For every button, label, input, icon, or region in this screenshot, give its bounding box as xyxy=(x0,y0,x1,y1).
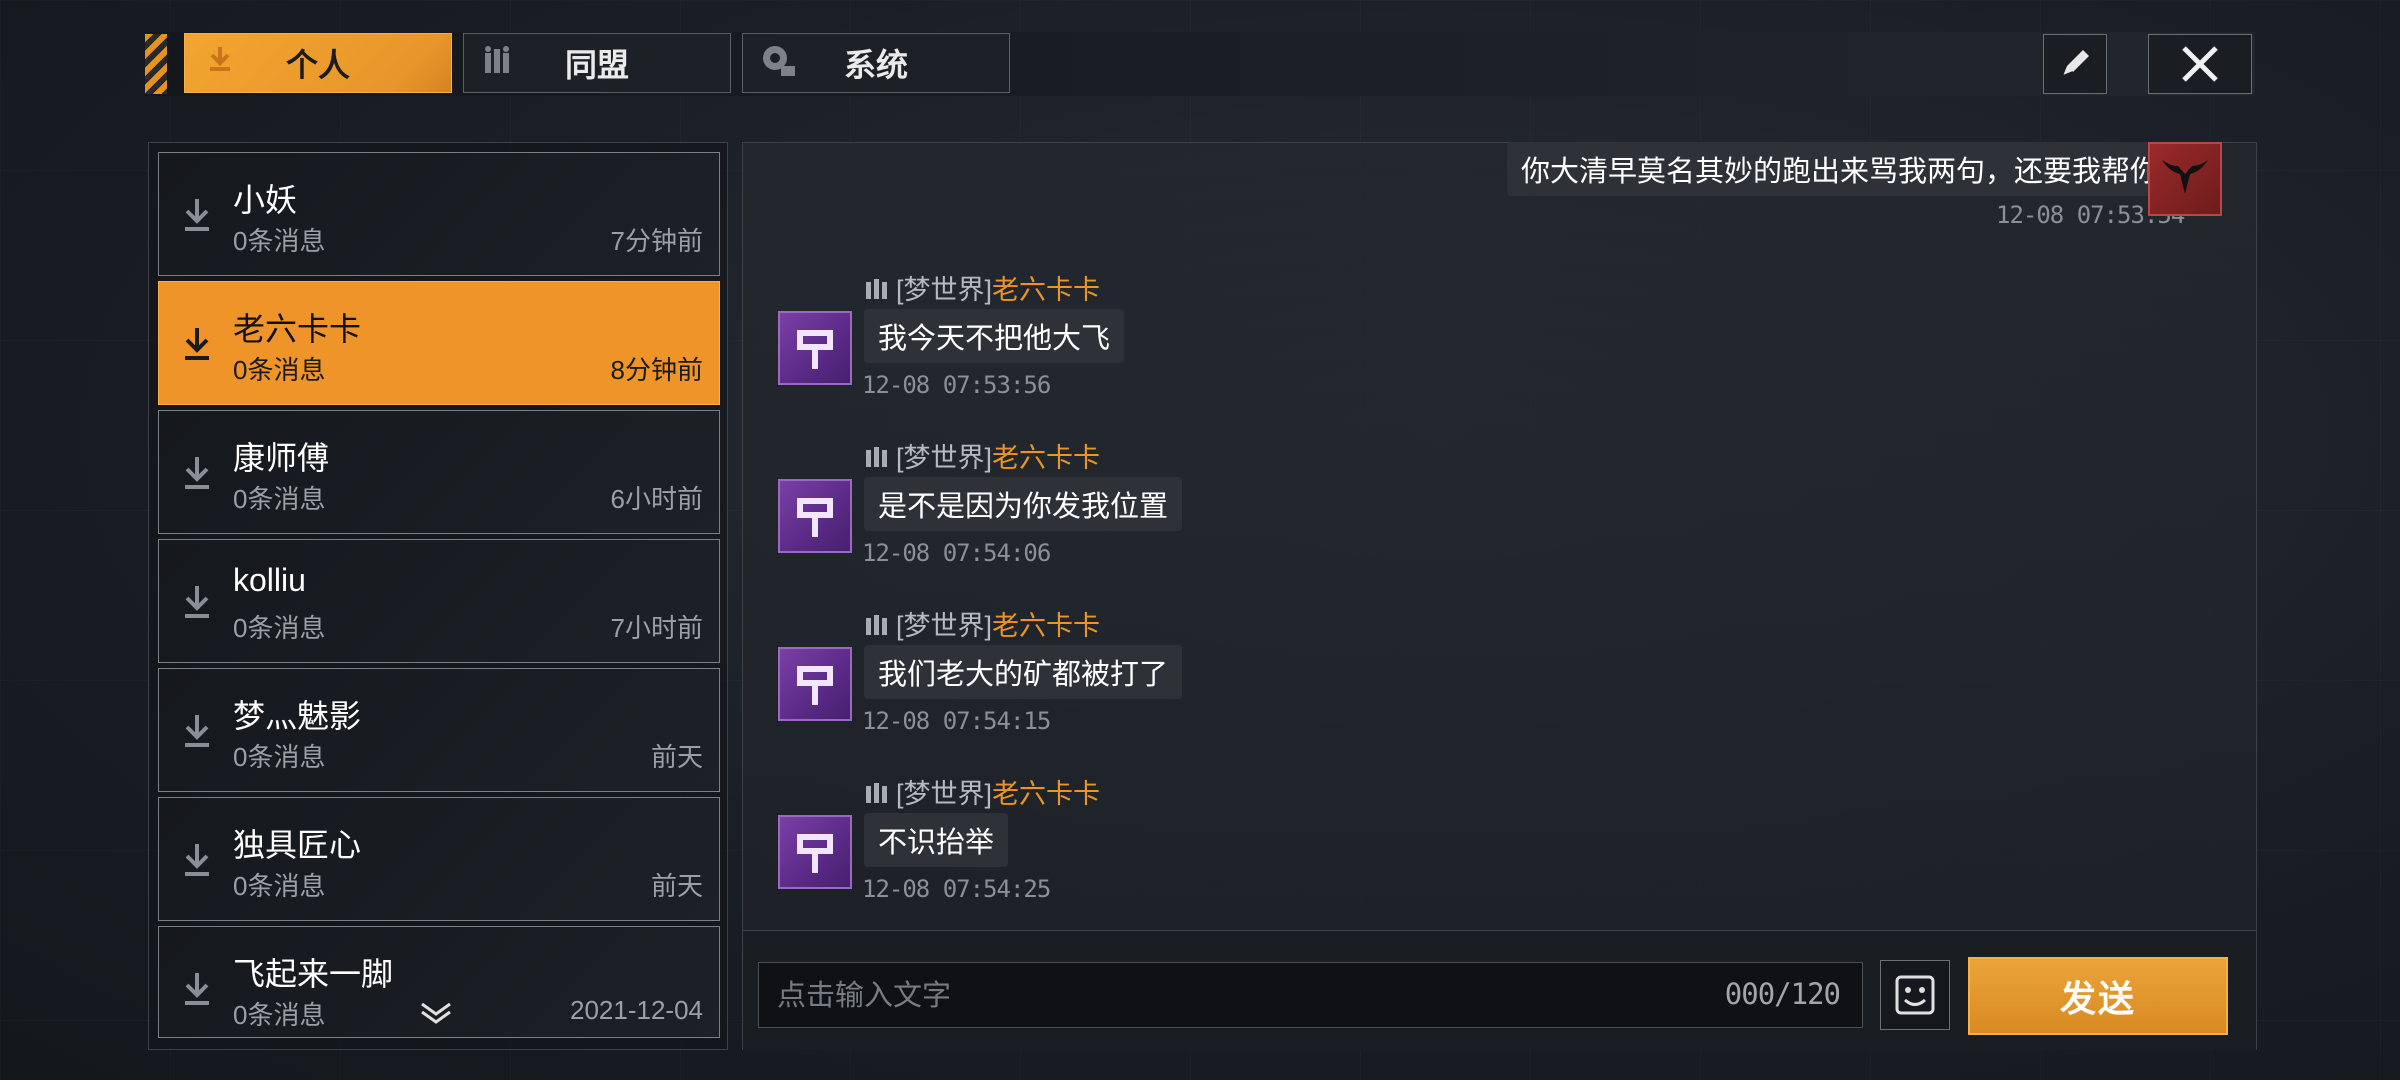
contact-time: 2021-12-04 xyxy=(570,995,703,1025)
person-icon xyxy=(201,42,239,80)
pencil-icon xyxy=(2062,50,2089,77)
contact-time: 7分钟前 xyxy=(610,226,703,256)
contact-name: 飞起来一脚 xyxy=(233,956,394,992)
close-icon xyxy=(2182,46,2218,82)
server-tag: [梦世界] xyxy=(896,779,993,809)
message-count: 0条消息 xyxy=(233,355,326,385)
download-arrow-icon xyxy=(185,844,209,876)
message-count: 0条消息 xyxy=(233,742,326,772)
sender-nick[interactable]: 老六卡卡 xyxy=(992,772,1100,811)
close-button[interactable] xyxy=(2148,34,2252,94)
sender-nick[interactable]: 老六卡卡 xyxy=(992,604,1100,643)
message-count: 0条消息 xyxy=(233,613,326,643)
message-bubble: 是不是因为你发我位置 xyxy=(864,477,1183,531)
server-tag: [梦世界] xyxy=(896,275,993,305)
tab-alliance[interactable]: 同盟 xyxy=(463,33,731,93)
emblem-icon xyxy=(797,330,833,369)
message-count: 0条消息 xyxy=(233,484,326,514)
contact-item[interactable]: kolliu 0条消息 7小时前 xyxy=(158,539,720,663)
contact-time: 前天 xyxy=(650,871,703,901)
contact-name: 小妖 xyxy=(233,182,298,218)
sender-line: [梦世界] 老六卡卡 xyxy=(864,604,1100,643)
tab-personal[interactable]: 个人 xyxy=(184,33,452,93)
contact-item[interactable]: 小妖 0条消息 7分钟前 xyxy=(158,152,720,276)
contact-name: 康师傅 xyxy=(233,440,330,476)
horned-skull-icon xyxy=(2162,160,2208,194)
sender-nick[interactable]: 老六卡卡 xyxy=(992,268,1100,307)
emoji-icon xyxy=(1895,975,1935,1015)
alliance-icon xyxy=(866,278,887,299)
contact-name: 梦灬魅影 xyxy=(233,698,362,734)
message-timestamp: 12-08 07:54:06 xyxy=(862,539,1051,567)
sender-avatar[interactable] xyxy=(778,479,852,553)
hazard-stripe xyxy=(145,34,167,94)
download-arrow-icon xyxy=(185,328,209,360)
alliance-icon xyxy=(480,42,518,80)
message-count: 0条消息 xyxy=(233,871,326,901)
alliance-icon xyxy=(866,614,887,635)
contact-time: 前天 xyxy=(650,742,703,772)
own-avatar[interactable] xyxy=(2148,142,2222,216)
message-count: 0条消息 xyxy=(233,1000,326,1030)
sender-line: [梦世界] 老六卡卡 xyxy=(864,436,1100,475)
alliance-icon xyxy=(866,446,887,467)
message-count: 0条消息 xyxy=(233,226,326,256)
contact-item-selected[interactable]: 老六卡卡 0条消息 8分钟前 xyxy=(158,281,720,405)
emblem-icon xyxy=(797,498,833,537)
tab-label: 系统 xyxy=(843,47,908,83)
own-message-bubble: 你大清早莫名其妙的跑出来骂我两句，还要我帮你? xyxy=(1507,142,2190,196)
contact-item[interactable]: 独具匠心 0条消息 前天 xyxy=(158,797,720,921)
gear-icon xyxy=(759,42,797,80)
message-timestamp: 12-08 07:54:25 xyxy=(862,875,1051,903)
contact-time: 8分钟前 xyxy=(610,355,703,385)
tab-label: 个人 xyxy=(285,47,350,83)
contact-name: kolliu xyxy=(233,562,306,598)
contact-time: 6小时前 xyxy=(610,484,703,514)
top-bar xyxy=(145,32,2255,96)
alliance-icon xyxy=(866,782,887,803)
scroll-down-chevron-icon[interactable] xyxy=(418,1000,454,1026)
download-arrow-icon xyxy=(185,715,209,747)
message-timestamp: 12-08 07:53:56 xyxy=(862,371,1051,399)
message-bubble: 我今天不把他大飞 xyxy=(864,309,1125,363)
emblem-icon xyxy=(797,666,833,705)
message-bubble: 我们老大的矿都被打了 xyxy=(864,645,1183,699)
char-counter: 000/120 xyxy=(1724,977,1841,1011)
sender-avatar[interactable] xyxy=(778,311,852,385)
sender-avatar[interactable] xyxy=(778,815,852,889)
emoji-button[interactable] xyxy=(1880,960,1950,1030)
tab-label: 同盟 xyxy=(564,47,629,83)
chat-input[interactable] xyxy=(759,963,1639,1029)
server-tag: [梦世界] xyxy=(896,611,993,641)
contact-item[interactable]: 康师傅 0条消息 6小时前 xyxy=(158,410,720,534)
sender-nick[interactable]: 老六卡卡 xyxy=(992,436,1100,475)
sender-line: [梦世界] 老六卡卡 xyxy=(864,268,1100,307)
download-arrow-icon xyxy=(185,973,209,1005)
sender-line: [梦世界] 老六卡卡 xyxy=(864,772,1100,811)
message-timestamp: 12-08 07:54:15 xyxy=(862,707,1051,735)
chat-input-wrapper: 000/120 xyxy=(758,962,1863,1029)
sender-avatar[interactable] xyxy=(778,647,852,721)
contact-name: 老六卡卡 xyxy=(233,311,362,347)
contact-time: 7小时前 xyxy=(610,613,703,643)
download-arrow-icon xyxy=(185,199,209,231)
send-button[interactable]: 发送 xyxy=(1968,957,2228,1035)
edit-button[interactable] xyxy=(2043,34,2107,94)
emblem-icon xyxy=(797,834,833,873)
download-arrow-icon xyxy=(185,457,209,489)
message-bubble: 不识抬举 xyxy=(864,813,1009,867)
contact-item[interactable]: 梦灬魅影 0条消息 前天 xyxy=(158,668,720,792)
contact-name: 独具匠心 xyxy=(233,827,362,863)
download-arrow-icon xyxy=(185,586,209,618)
server-tag: [梦世界] xyxy=(896,443,993,473)
tab-system[interactable]: 系统 xyxy=(742,33,1010,93)
